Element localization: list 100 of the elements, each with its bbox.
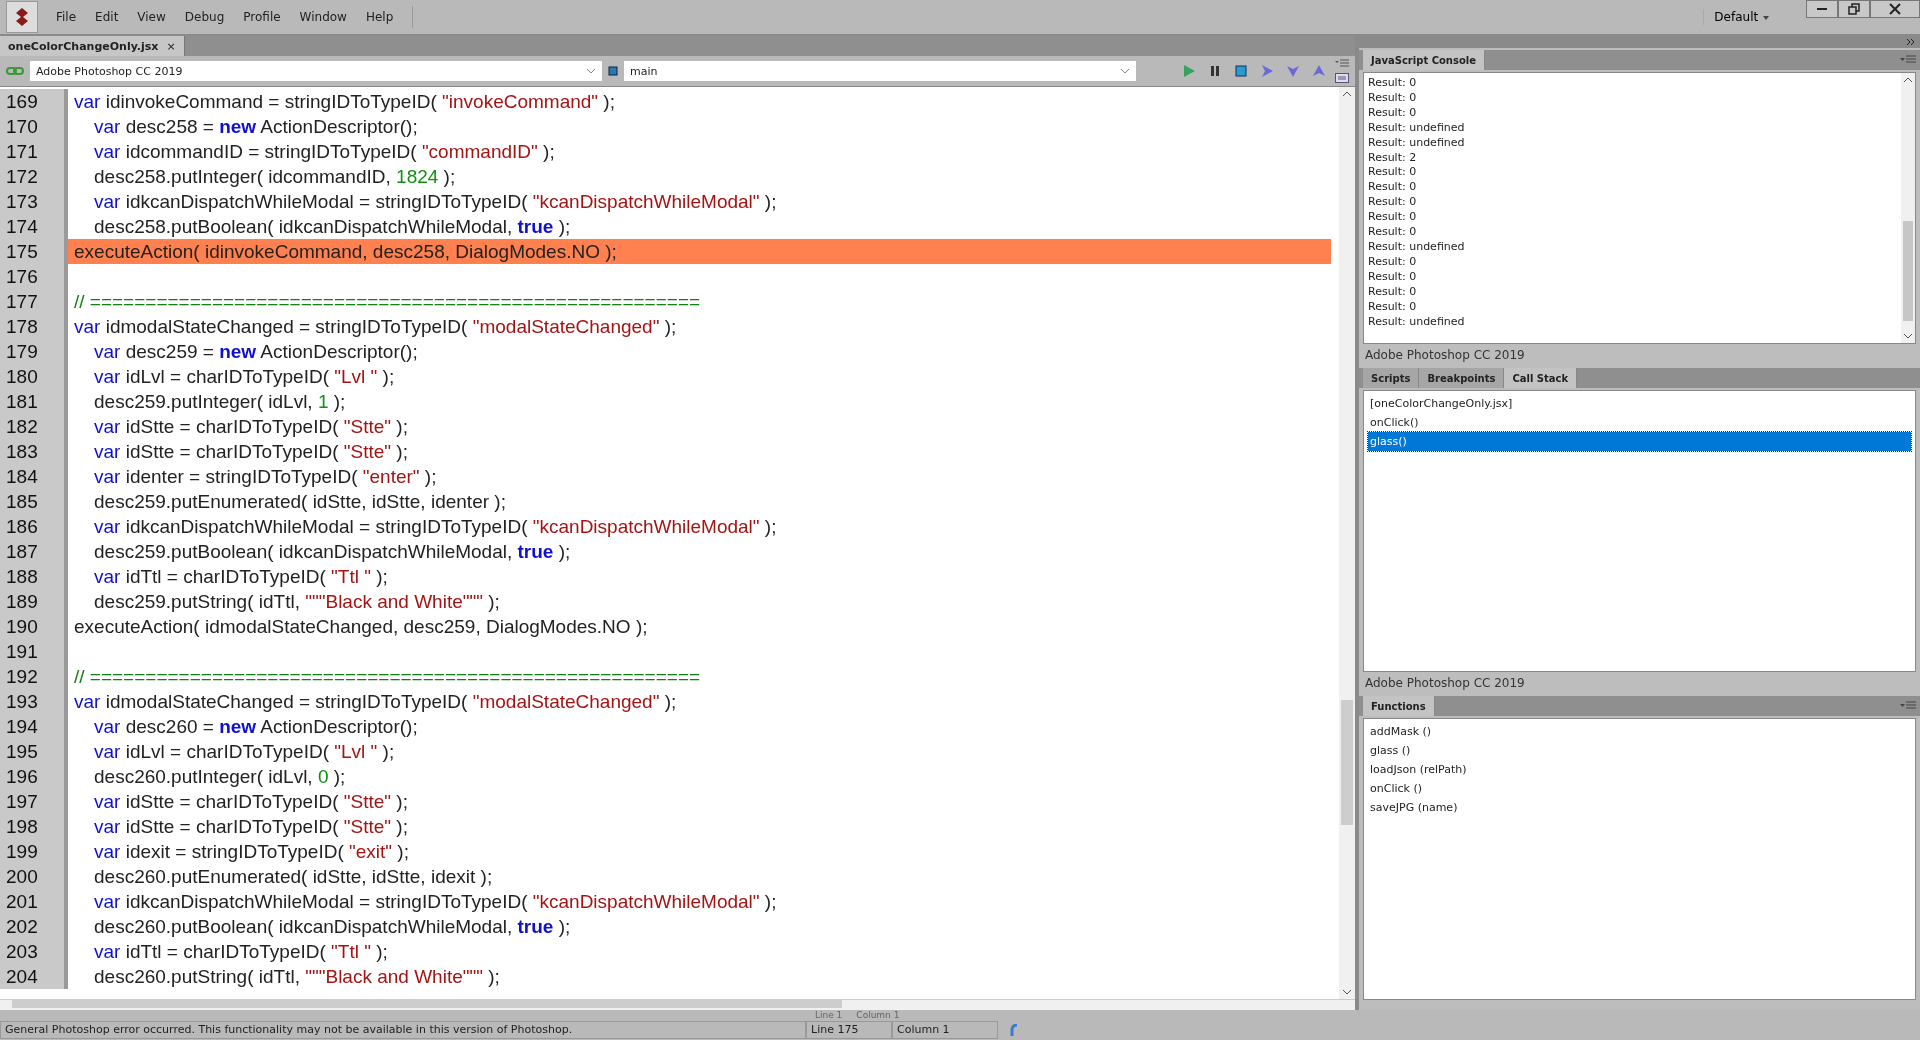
console-line: Result: 0 [1368, 225, 1418, 240]
menu-item[interactable]: Debug [184, 10, 225, 24]
console-line: Result: 0 [1368, 180, 1418, 196]
menu-icon[interactable] [1900, 55, 1916, 65]
console-line: Result: 0 [1368, 269, 1418, 285]
close-tab-icon[interactable]: × [166, 39, 176, 53]
code-line: var idStte = charIDToTypeID( "Stte" ); [93, 415, 409, 439]
scrollbar-thumb[interactable] [12, 1000, 842, 1008]
function-item[interactable]: addMask () [1368, 722, 1911, 741]
call-stack-item[interactable]: [oneColorChangeOnly.jsx] [1368, 394, 1911, 413]
step-over-icon[interactable] [1260, 64, 1274, 78]
horizontal-scrollbar[interactable] [0, 999, 1355, 1010]
call-stack-item[interactable]: onClick() [1368, 413, 1911, 432]
function-item[interactable]: onClick () [1368, 779, 1911, 798]
console-line: Result: undefined [1368, 120, 1466, 136]
vertical-scrollbar[interactable] [1339, 87, 1355, 999]
code-line: desc260.putInteger( idLvl, 0 ); [93, 765, 347, 789]
scrollbar-thumb[interactable] [1903, 221, 1913, 321]
step-out-icon[interactable] [1312, 64, 1326, 78]
code-line: var desc260 = new ActionDescriptor(); [93, 715, 419, 739]
menu-item[interactable]: Profile [243, 10, 281, 24]
line-number: 169 [0, 89, 68, 114]
code-line: desc258.putInteger( idcommandID, 1824 ); [93, 165, 457, 189]
pause-icon[interactable] [1208, 64, 1222, 78]
code-line: var idkcanDispatchWhileModal = stringIDToTypeID( "kcanDispatchWhileModal" ); [93, 190, 778, 214]
menu-item[interactable]: Window [299, 10, 347, 24]
square-icon[interactable] [608, 66, 618, 76]
menu-item[interactable]: File [56, 10, 77, 24]
line-number: 178 [0, 314, 68, 339]
function-item[interactable]: glass () [1368, 741, 1911, 760]
console-line: Result: 0 [1368, 105, 1418, 121]
line-number: 199 [0, 839, 68, 864]
menu-icon[interactable] [1900, 701, 1916, 711]
line-number: 186 [0, 514, 68, 539]
run-icon[interactable] [1182, 64, 1196, 78]
minimize-button[interactable] [1806, 0, 1838, 18]
list-icon[interactable] [1335, 73, 1349, 83]
console-line: Result: 0 [1368, 254, 1418, 270]
console-line: Result: undefined [1368, 314, 1466, 330]
link-icon[interactable] [6, 66, 24, 76]
status-line: Line 1 [815, 1010, 843, 1020]
line-number: 203 [0, 939, 68, 964]
restore-button[interactable] [1838, 0, 1870, 18]
console-scrollbar[interactable] [1901, 73, 1915, 343]
engine-dropdown[interactable]: main [624, 61, 1136, 81]
console-line: Result: undefined [1368, 135, 1466, 151]
console-line: Result: 0 [1368, 90, 1418, 106]
scroll-down-icon[interactable] [1342, 989, 1352, 995]
line-number: 181 [0, 389, 68, 414]
document-tab[interactable]: oneColorChangeOnly.jsx × [0, 36, 185, 56]
status-column: Column 1 [856, 1010, 900, 1020]
line-number: 196 [0, 764, 68, 789]
line-number: 202 [0, 914, 68, 939]
close-icon [1889, 3, 1901, 15]
panel-tab[interactable]: Breakpoints [1419, 368, 1505, 388]
panel-tab[interactable]: Call Stack [1504, 368, 1578, 388]
stop-icon[interactable] [1234, 64, 1248, 78]
menu-item[interactable]: Edit [95, 10, 119, 24]
panel-footer: Adobe Photoshop CC 2019 [1359, 672, 1920, 694]
code-line: var identer = stringIDToTypeID( "enter" ); [93, 465, 438, 489]
line-number: 191 [0, 639, 68, 664]
close-button[interactable] [1870, 0, 1920, 18]
line-number: 190 [0, 614, 68, 639]
code-line: var idStte = charIDToTypeID( "Stte" ); [93, 440, 409, 464]
workspace-dropdown[interactable]: Default [1703, 9, 1776, 25]
code-line: var idStte = charIDToTypeID( "Stte" ); [93, 790, 409, 814]
console-line: Result: 0 [1368, 284, 1418, 300]
console-line: Result: 0 [1368, 76, 1418, 91]
panel-tab[interactable]: Scripts [1363, 368, 1420, 388]
line-number: 194 [0, 714, 68, 739]
line-number: 171 [0, 139, 68, 164]
code-line: desc259.putEnumerated( idStte, idStte, identer ); [93, 490, 507, 514]
call-stack-item[interactable]: glass() [1368, 432, 1911, 451]
menu-item[interactable]: View [137, 10, 166, 24]
line-number: 170 [0, 114, 68, 139]
line-number: 174 [0, 214, 68, 239]
function-item[interactable]: saveJPG (name) [1368, 798, 1911, 817]
console-line: Result: 0 [1368, 195, 1418, 211]
scroll-up-icon[interactable] [1903, 77, 1913, 83]
status-column: Column 1 [892, 1021, 998, 1039]
code-line: // ======================================================= [73, 290, 702, 314]
code-line: desc260.putEnumerated( idStte, idStte, idexit ); [93, 865, 494, 889]
function-item[interactable]: loadJson (relPath) [1368, 760, 1911, 779]
step-into-icon[interactable] [1286, 64, 1300, 78]
scrollbar-thumb[interactable] [1341, 700, 1353, 825]
panel-tab[interactable]: Functions [1363, 696, 1435, 716]
code-line: desc260.putBoolean( idkcanDispatchWhileModal, true ); [93, 915, 572, 939]
scroll-down-icon[interactable] [1903, 333, 1913, 339]
menu-item[interactable]: Help [365, 10, 394, 24]
target-dropdown[interactable]: Adobe Photoshop CC 2019 [30, 61, 602, 81]
app-logo-icon[interactable] [6, 1, 38, 33]
collapse-panel-icon[interactable] [1906, 38, 1916, 46]
line-number: 204 [0, 964, 68, 989]
panel-tab[interactable]: JavaScript Console [1363, 50, 1485, 70]
code-line: var idcommandID = stringIDToTypeID( "commandID" ); [93, 140, 556, 164]
line-number: 195 [0, 739, 68, 764]
line-number: 192 [0, 664, 68, 689]
code-line: var idTtl = charIDToTypeID( "Ttl " ); [93, 940, 389, 964]
scroll-up-icon[interactable] [1342, 91, 1352, 97]
code-line: var desc259 = new ActionDescriptor(); [93, 340, 419, 364]
